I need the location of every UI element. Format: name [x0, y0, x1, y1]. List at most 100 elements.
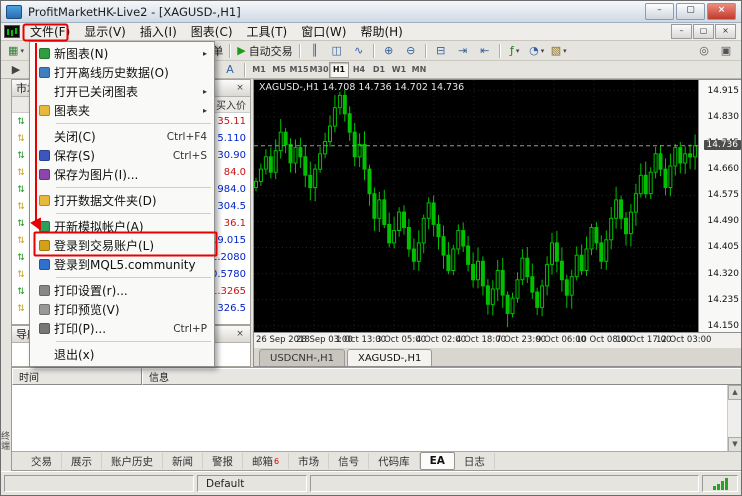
zoom-out-icon[interactable]: ⊖ — [401, 42, 421, 60]
symbol-arrows-icon: ⇅ — [12, 253, 30, 263]
auto-scroll-icon: ⇥ — [458, 45, 467, 56]
menubar-item-4[interactable]: 工具(T) — [240, 22, 295, 41]
timeframe-h4-button[interactable]: H4 — [349, 62, 369, 78]
submenu-arrow-icon: ▸ — [203, 87, 207, 96]
candlestick-chart-icon[interactable]: ◫ — [327, 42, 347, 60]
terminal-tab-label: 警报 — [212, 454, 233, 469]
shortcut-label: Ctrl+P — [173, 323, 207, 335]
timeframe-m30-button[interactable]: M30 — [309, 62, 329, 78]
close-icon[interactable]: × — [234, 83, 246, 93]
symbol-arrows-icon: ⇅ — [12, 185, 30, 195]
terminal-scrollbar[interactable]: ▲ ▼ — [727, 385, 742, 452]
menubar-item-3[interactable]: 图表(C) — [184, 22, 240, 41]
terminal-tab-ea[interactable]: EA — [420, 452, 455, 470]
terminal-vertical-tab[interactable]: 终端 — [1, 415, 11, 467]
chart-shift-icon[interactable]: ⇤ — [475, 42, 495, 60]
menubar-item-file[interactable]: 文件(F) — [23, 22, 77, 41]
terminal-log-body[interactable] — [12, 385, 728, 452]
terminal-tab-label: 代码库 — [378, 454, 410, 469]
file-menu-item-label: 打开数据文件夹(D) — [54, 192, 207, 209]
terminal-tab-新闻[interactable]: 新闻 — [163, 453, 203, 469]
demo-account-icon-glyph — [39, 221, 50, 232]
timeframe-mn-button[interactable]: MN — [409, 62, 429, 78]
terminal-tab-日志[interactable]: 日志 — [455, 453, 495, 469]
child-maximize-button[interactable]: ▢ — [693, 24, 714, 39]
timeframe-m1-button[interactable]: M1 — [249, 62, 269, 78]
maximize-button[interactable]: ▢ — [676, 3, 705, 20]
terminal-tab-交易[interactable]: 交易 — [22, 453, 62, 469]
file-menu-item[interactable]: 打印设置(r)... — [30, 281, 214, 300]
toolbar-separator — [425, 44, 427, 58]
scroll-up-icon[interactable]: ▲ — [728, 385, 742, 400]
file-menu-item[interactable]: 新图表(N)▸ — [30, 44, 214, 63]
bar-chart-icon[interactable]: ║ — [305, 42, 325, 60]
file-menu-item[interactable]: 登录到交易账户(L) — [30, 236, 214, 255]
file-menu-item[interactable]: 开新模拟帐户(A) — [30, 217, 214, 236]
file-menu-item[interactable]: 图表夹▸ — [30, 101, 214, 120]
terminal-tab-代码库[interactable]: 代码库 — [369, 453, 420, 469]
periods-icon[interactable]: ◔▾ — [527, 42, 547, 60]
menu-bar: 文件(F)显示(V)插入(I)图表(C)工具(T)窗口(W)帮助(H) –▢× — [1, 23, 741, 41]
menubar-item-1[interactable]: 显示(V) — [77, 22, 133, 41]
new-chart-icon[interactable]: ▦▾ — [6, 42, 26, 60]
terminal-tab-label: 展示 — [71, 454, 92, 469]
docs-icon[interactable]: ▣ — [716, 42, 736, 60]
file-menu-item[interactable]: 保存(S)Ctrl+S — [30, 146, 214, 165]
timeframe-w1-button[interactable]: W1 — [389, 62, 409, 78]
file-menu-item[interactable]: 打开数据文件夹(D) — [30, 191, 214, 210]
menubar-item-2[interactable]: 插入(I) — [133, 22, 184, 41]
file-menu-item[interactable]: 打开已关闭图表▸ — [30, 82, 214, 101]
chevron-down-icon: ▾ — [541, 47, 545, 55]
timeframe-d1-button[interactable]: D1 — [369, 62, 389, 78]
tile-windows-icon[interactable]: ⊟ — [431, 42, 451, 60]
file-menu-item[interactable]: 关闭(C)Ctrl+F4 — [30, 127, 214, 146]
chart-child-icon[interactable] — [4, 25, 20, 38]
text-label-icon[interactable]: A — [220, 61, 240, 79]
title-bar[interactable]: ProfitMarketHK-Live2 - [XAGUSD-,H1] –▢× — [1, 1, 741, 23]
chart-plot-area[interactable]: XAGUSD-,H1 14.708 14.736 14.702 14.736 — [254, 80, 698, 332]
zoom-in-icon[interactable]: ⊕ — [379, 42, 399, 60]
auto-scroll-icon[interactable]: ⇥ — [453, 42, 473, 60]
timeframe-h1-button[interactable]: H1 — [329, 62, 349, 78]
timeframe-m15-button[interactable]: M15 — [289, 62, 309, 78]
profiles-folder-icon — [34, 104, 54, 117]
terminal-tab-展示[interactable]: 展示 — [62, 453, 102, 469]
child-minimize-button[interactable]: – — [671, 24, 692, 39]
file-menu-item[interactable]: 打开离线历史数据(O) — [30, 63, 214, 82]
close-button[interactable]: × — [707, 3, 736, 20]
autotrading-button[interactable]: ▶自动交易 — [235, 42, 294, 60]
file-menu-item[interactable]: 保存为图片(I)... — [30, 165, 214, 184]
message-column-header[interactable]: 信息 — [142, 368, 742, 385]
menubar-item-6[interactable]: 帮助(H) — [353, 22, 409, 41]
demo-account-icon — [34, 220, 54, 233]
file-menu-item[interactable]: 打印预览(V) — [30, 300, 214, 319]
file-menu-item[interactable]: 登录到MQL5.community — [30, 255, 214, 274]
terminal-tab-市场[interactable]: 市场 — [289, 453, 329, 469]
zoom-tool-icon[interactable]: ◎ — [694, 42, 714, 60]
line-chart-icon[interactable]: ∿ — [349, 42, 369, 60]
terminal-tab-信号[interactable]: 信号 — [329, 453, 369, 469]
terminal-tab-账户历史[interactable]: 账户历史 — [102, 453, 163, 469]
file-menu-item[interactable]: 打印(P)...Ctrl+P — [30, 319, 214, 338]
close-icon[interactable]: × — [234, 329, 246, 339]
child-close-button[interactable]: × — [715, 24, 736, 39]
timeframe-m5-button[interactable]: M5 — [269, 62, 289, 78]
profile-cell[interactable]: Default — [197, 475, 307, 492]
minimize-button[interactable]: – — [645, 3, 674, 20]
terminal-tab-邮箱[interactable]: 邮箱6 — [243, 453, 289, 469]
templates-icon[interactable]: ▧▾ — [549, 42, 569, 60]
terminal-tab-警报[interactable]: 警报 — [203, 453, 243, 469]
menubar-item-5[interactable]: 窗口(W) — [294, 22, 353, 41]
price-axis[interactable]: 14.736 14.91514.83014.74514.66014.57514.… — [698, 80, 742, 332]
indicators-icon[interactable]: ƒ▾ — [505, 42, 525, 60]
status-bar: Default — [1, 471, 741, 495]
file-menu-item[interactable]: 退出(x) — [30, 345, 214, 364]
terminal-tab-label: 日志 — [464, 454, 485, 469]
time-column-header[interactable]: 时间 — [12, 368, 142, 385]
cursor-icon[interactable]: ▶ — [6, 61, 26, 79]
chart-tab[interactable]: XAGUSD-,H1 — [347, 349, 432, 366]
chart-tab[interactable]: USDCNH-,H1 — [259, 349, 345, 366]
connection-cell[interactable] — [702, 475, 738, 492]
time-axis[interactable]: 26 Sep 201828 Sep 03:001 Oct 13:003 Oct … — [254, 332, 742, 348]
scroll-down-icon[interactable]: ▼ — [728, 437, 742, 452]
